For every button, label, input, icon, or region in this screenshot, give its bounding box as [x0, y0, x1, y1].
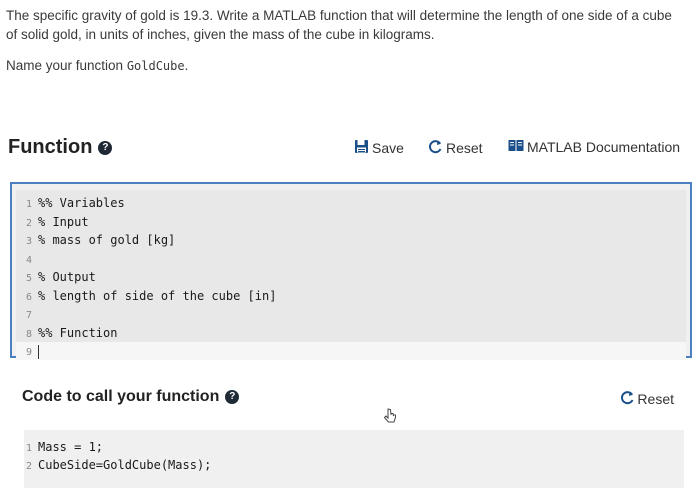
line-number: 2	[25, 461, 32, 472]
line-number: 4	[25, 254, 32, 266]
line-number: 9	[25, 347, 32, 358]
function-name-instruction: Name your function GoldCube.	[6, 56, 686, 76]
question-circle-icon[interactable]: ?	[225, 390, 240, 404]
call-title: Code to call your function ?	[22, 388, 240, 406]
function-header: Function ? Save Reset MATLAB Documentati…	[8, 134, 692, 162]
line-number: 7	[25, 310, 32, 321]
line-number: 1	[25, 199, 32, 210]
code-line[interactable]: 3 % mass of gold [kg]	[16, 231, 686, 249]
call-reset-label: Reset	[637, 391, 674, 407]
function-code-editor[interactable]: 1 %% Variables 2 % Input 3 % mass of gold [kg…	[10, 182, 692, 360]
call-header: Code to call your function ? Reset	[22, 388, 682, 410]
code-line[interactable]: 7	[16, 305, 686, 323]
call-reset-button[interactable]: Reset	[620, 390, 674, 408]
code-line[interactable]: 8 %% Function	[16, 324, 686, 342]
problem-line-1: The specific gravity of gold is 19.3. Wr…	[6, 8, 672, 23]
code-text: %% Variables	[38, 196, 125, 210]
name-suffix: .	[184, 58, 189, 73]
problem-line-2: of solid gold, in units of inches, given…	[6, 27, 435, 42]
mouse-pointer-icon	[383, 408, 397, 429]
call-title-text: Code to call your function	[22, 388, 220, 405]
code-line[interactable]: 1 %% Variables	[16, 194, 686, 212]
line-number: 5	[25, 273, 32, 284]
code-line[interactable]: 6 % length of side of the cube [in]	[16, 287, 686, 305]
text-caret	[38, 344, 39, 359]
line-number: 6	[25, 291, 32, 303]
code-text: Mass = 1;	[38, 440, 104, 454]
function-name: GoldCube	[126, 59, 185, 73]
function-code-area[interactable]: 1 %% Variables 2 % Input 3 % mass of gold [kg…	[16, 190, 686, 360]
floppy-disk-icon	[354, 139, 369, 157]
code-line[interactable]: 4	[16, 250, 686, 268]
name-prefix: Name your function	[6, 58, 127, 73]
reset-arrow-icon	[620, 390, 635, 408]
code-line[interactable]: 9	[16, 342, 686, 360]
code-line[interactable]: 1 Mass = 1;	[24, 438, 684, 456]
code-line[interactable]: 5 % Output	[16, 268, 686, 286]
doc-label: MATLAB Documentation	[527, 139, 681, 155]
matlab-documentation-button[interactable]: MATLAB Documentation	[508, 139, 680, 155]
code-line[interactable]: 2 % Input	[16, 213, 686, 231]
reset-label: Reset	[446, 140, 483, 156]
question-circle-icon[interactable]: ?	[98, 140, 113, 155]
line-number: 2	[25, 217, 32, 229]
line-number: 3	[25, 236, 32, 247]
code-text: % Output	[38, 270, 96, 284]
line-number: 8	[25, 328, 32, 340]
code-text: CubeSide=GoldCube(Mass);	[38, 458, 212, 472]
code-text: %% Function	[38, 325, 118, 340]
code-text: % length of side of the cube [in]	[38, 288, 277, 303]
code-text: % mass of gold [kg]	[38, 233, 176, 247]
book-icon	[508, 139, 524, 155]
call-code-editor[interactable]: 1 Mass = 1; 2 CubeSide=GoldCube(Mass);	[24, 430, 684, 488]
reset-arrow-icon	[428, 139, 443, 157]
save-label: Save	[372, 140, 404, 156]
problem-statement: The specific gravity of gold is 19.3. Wr…	[6, 6, 686, 76]
code-line[interactable]: 2 CubeSide=GoldCube(Mass);	[24, 456, 684, 474]
reset-button[interactable]: Reset	[428, 139, 483, 157]
code-text: % Input	[38, 214, 89, 229]
function-title-text: Function	[8, 136, 93, 158]
save-button[interactable]: Save	[354, 139, 404, 157]
function-title: Function ?	[8, 136, 113, 159]
